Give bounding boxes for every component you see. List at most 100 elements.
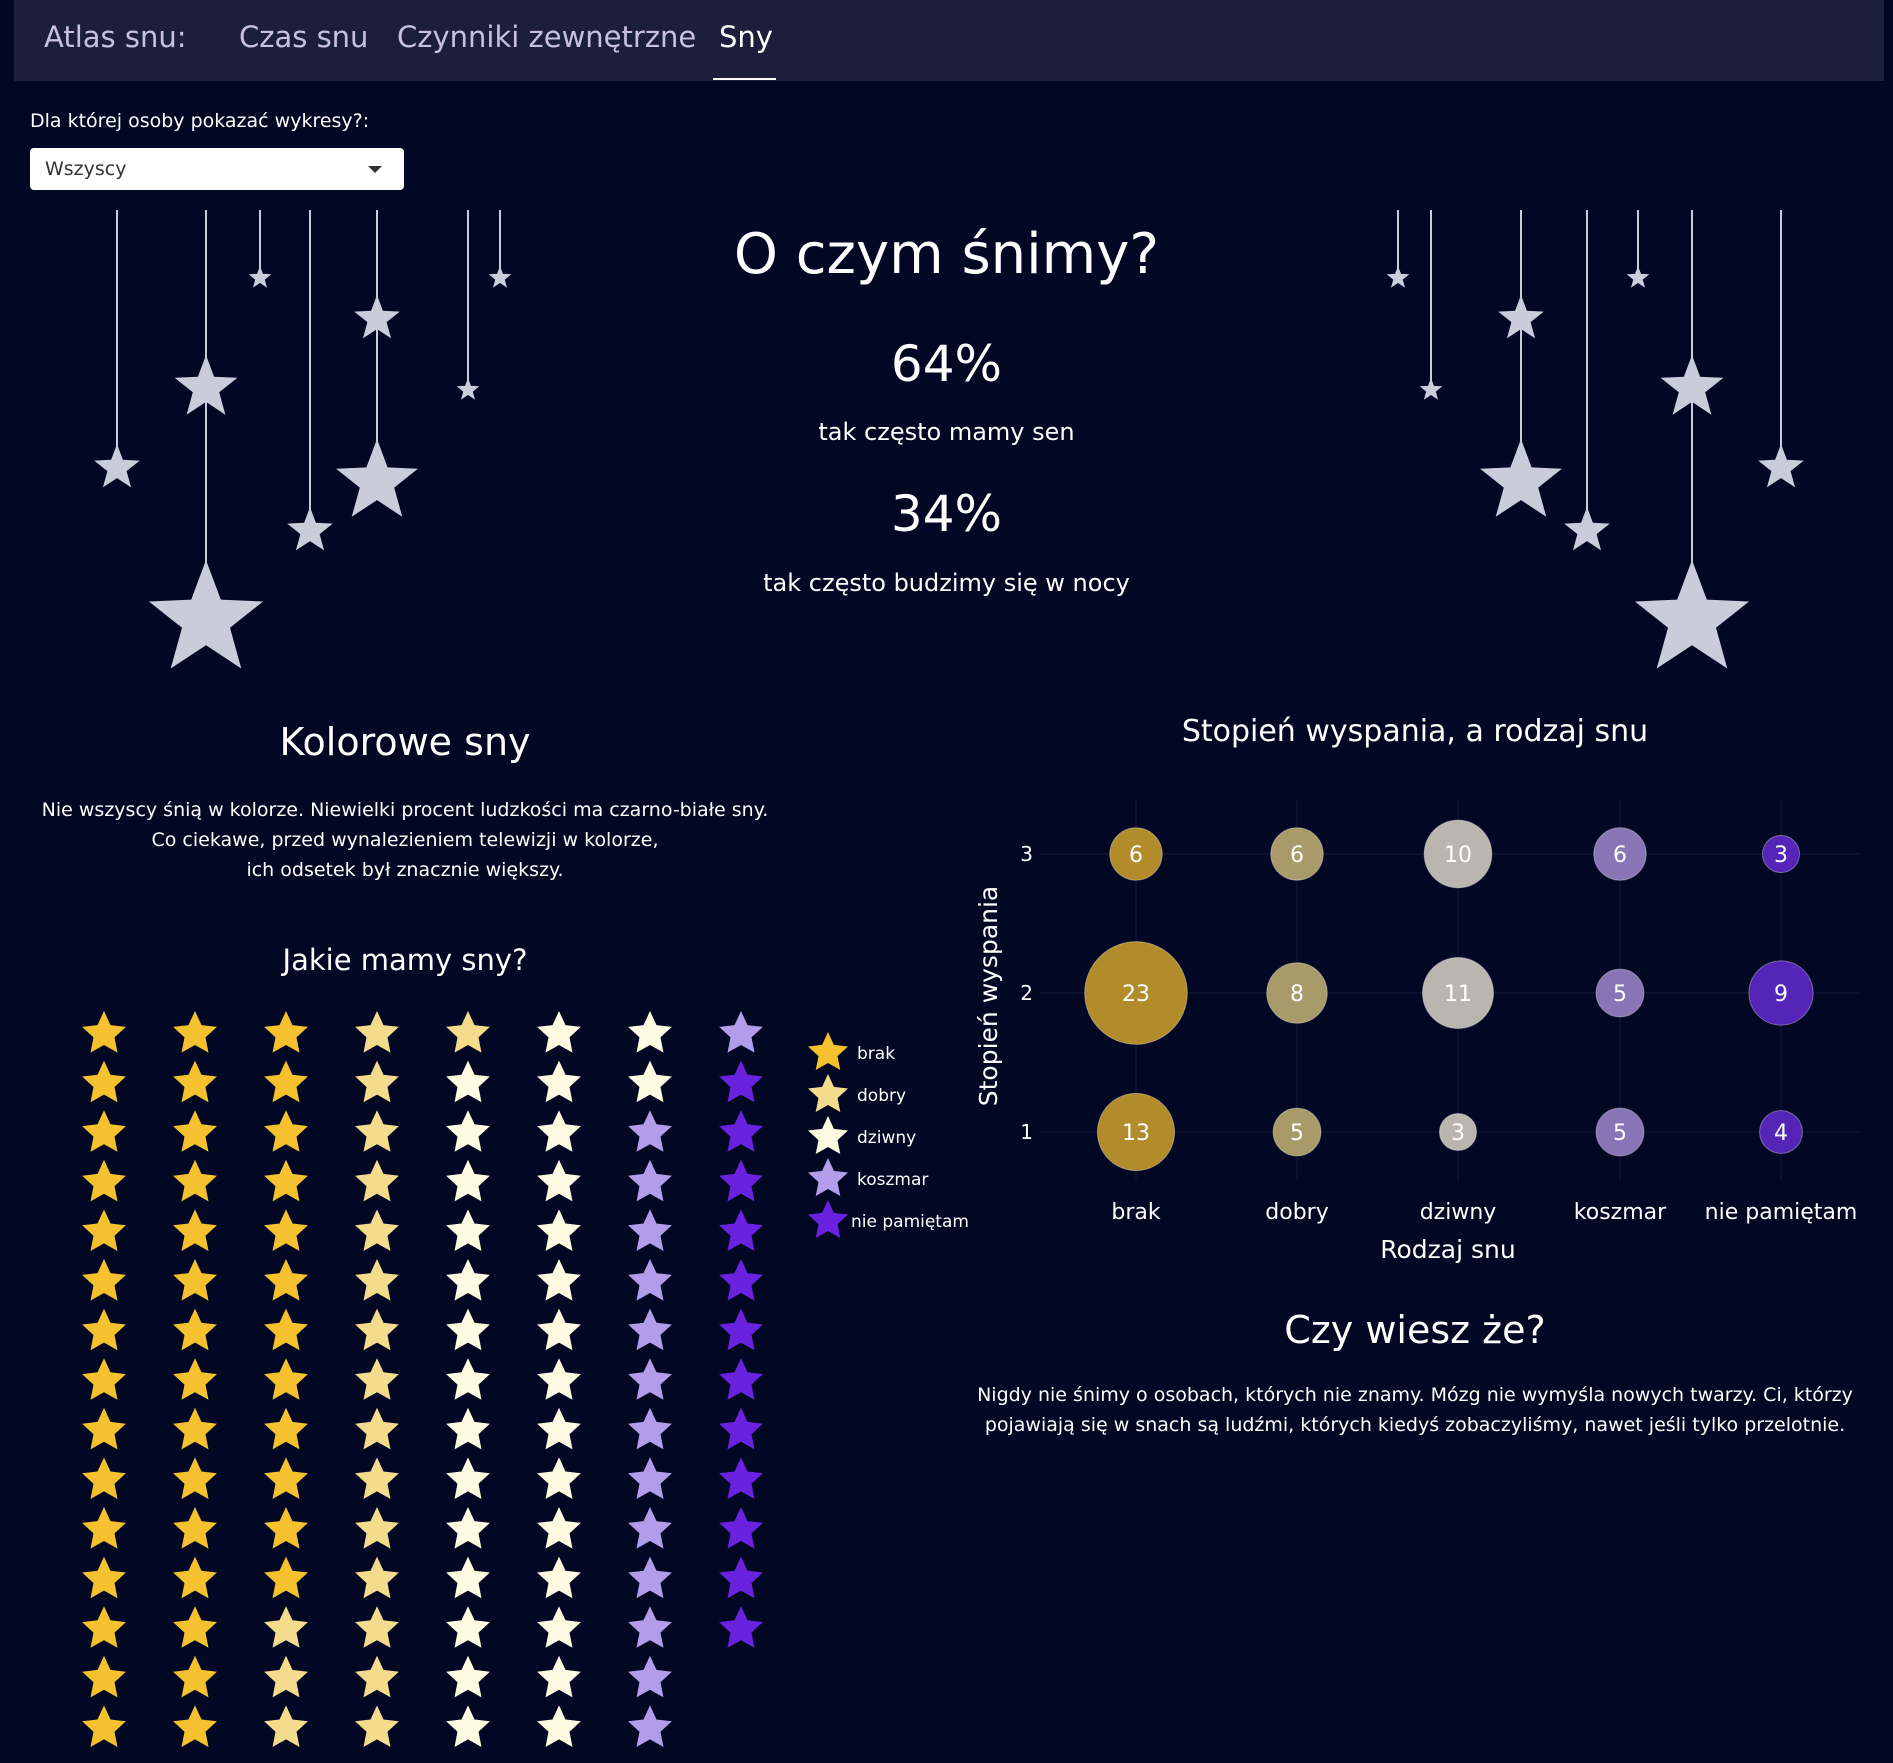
bubble-value-label: 5 [1290, 1121, 1304, 1146]
waffle-star-dziwny [537, 1011, 581, 1053]
waffle-star-brak [173, 1358, 217, 1400]
sleep-vs-dream-bubble-chart: 123brak dobry dziwny koszmar nie pamiętamRod… [974, 800, 1860, 1264]
waffle-star-koszmar [628, 1655, 672, 1698]
legend-label: nie pamiętam [851, 1212, 969, 1232]
hanging-star-icon [94, 444, 140, 488]
hanging-star-icon [1758, 444, 1804, 488]
waffle-star-brak [173, 1705, 217, 1747]
person-select-value: Wszyscy [45, 158, 127, 180]
legend-star-icon [808, 1158, 848, 1196]
waffle-star-nie-pamiętam [719, 1159, 763, 1202]
navbar: Atlas snu: Czas snu Czynniki zewnętrzne … [14, 0, 1884, 81]
y-axis-title: Stopień wyspania [974, 886, 1003, 1107]
waffle-star-dobry [355, 1308, 399, 1351]
x-tick-label: brak [1111, 1200, 1160, 1225]
waffle-star-dziwny [446, 1060, 490, 1103]
waffle-star-brak [264, 1011, 308, 1053]
waffle-star-koszmar [628, 1556, 672, 1599]
bubble-value-label: 6 [1613, 843, 1627, 868]
waffle-star-brak [264, 1159, 308, 1202]
did-you-know-text: Nigdy nie śnimy o osobach, których nie z… [960, 1380, 1870, 1440]
waffle-star-nie-pamiętam [719, 1556, 763, 1599]
legend-label: dobry [857, 1086, 906, 1106]
person-select[interactable]: Wszyscy [30, 148, 404, 190]
person-select-label: Dla której osoby pokazać wykresy?: [30, 110, 370, 132]
waffle-star-nie-pamiętam [719, 1259, 763, 1301]
stat-wake-frequency: 34% [890, 485, 1003, 543]
waffle-star-dobry [446, 1011, 490, 1053]
waffle-star-brak [173, 1060, 217, 1103]
waffle-star-brak [264, 1060, 308, 1103]
waffle-star-dobry [355, 1705, 399, 1747]
legend-label: brak [857, 1044, 895, 1064]
waffle-star-koszmar [628, 1507, 672, 1549]
legend-label: koszmar [857, 1170, 928, 1190]
stat-dream-frequency: 64% [890, 335, 1003, 393]
waffle-star-nie-pamiętam [719, 1457, 763, 1499]
bubble-value-label: 10 [1444, 843, 1472, 868]
waffle-star-brak [82, 1705, 126, 1747]
x-tick-label: dobry [1265, 1200, 1328, 1225]
legend-star-icon [808, 1074, 848, 1112]
waffle-star-dziwny [446, 1705, 490, 1747]
waffle-star-dziwny [537, 1705, 581, 1747]
waffle-star-brak [82, 1655, 126, 1698]
waffle-star-brak [82, 1060, 126, 1103]
waffle-star-nie-pamiętam [719, 1110, 763, 1152]
waffle-star-brak [82, 1011, 126, 1053]
waffle-star-brak [82, 1407, 126, 1450]
bubble-value-label: 9 [1774, 982, 1788, 1007]
y-tick-label: 3 [1020, 842, 1033, 866]
waffle-star-brak [264, 1358, 308, 1400]
waffle-star-brak [173, 1606, 217, 1648]
waffle-star-brak [173, 1507, 217, 1549]
waffle-star-brak [82, 1606, 126, 1648]
waffle-star-brak [82, 1159, 126, 1202]
waffle-star-dziwny [537, 1606, 581, 1648]
colorful-dreams-title: Kolorowe sny [279, 720, 531, 764]
waffle-star-dobry [355, 1358, 399, 1400]
waffle-star-brak [82, 1457, 126, 1499]
waffle-star-nie-pamiętam [719, 1209, 763, 1251]
waffle-star-dobry [264, 1705, 308, 1747]
waffle-star-koszmar [628, 1705, 672, 1747]
waffle-star-dziwny [446, 1655, 490, 1698]
stat-wake-frequency-label: tak często budzimy się w nocy [763, 569, 1130, 597]
waffle-star-dziwny [537, 1407, 581, 1450]
tab-czas-snu[interactable]: Czas snu [239, 20, 368, 54]
waffle-star-nie-pamiętam [719, 1507, 763, 1549]
chevron-down-icon [368, 166, 382, 173]
tab-czynniki-zewnetrzne[interactable]: Czynniki zewnętrzne [397, 20, 696, 54]
waffle-star-koszmar [628, 1407, 672, 1450]
waffle-star-nie-pamiętam [719, 1358, 763, 1400]
waffle-star-dziwny [446, 1110, 490, 1152]
legend-star-icon [808, 1200, 848, 1238]
waffle-star-koszmar [719, 1011, 763, 1053]
navbar-brand: Atlas snu: [44, 20, 187, 54]
waffle-star-dziwny [446, 1556, 490, 1599]
bubble-value-label: 5 [1613, 982, 1627, 1007]
waffle-star-brak [173, 1308, 217, 1351]
waffle-star-dobry [355, 1457, 399, 1499]
waffle-star-nie-pamiętam [719, 1407, 763, 1450]
bubble-value-label: 6 [1129, 843, 1143, 868]
did-you-know-title: Czy wiesz że? [1284, 1308, 1546, 1352]
waffle-star-brak [173, 1556, 217, 1599]
active-tab-indicator [713, 78, 776, 80]
waffle-star-brak [264, 1457, 308, 1499]
waffle-star-dziwny [446, 1358, 490, 1400]
tab-sny[interactable]: Sny [719, 20, 773, 54]
waffle-star-dobry [264, 1606, 308, 1648]
waffle-star-dobry [355, 1159, 399, 1202]
bubble-value-label: 5 [1613, 1121, 1627, 1146]
waffle-star-brak [264, 1556, 308, 1599]
waffle-star-koszmar [628, 1159, 672, 1202]
colorful-dreams-text: Nie wszyscy śnią w kolorze. Niewielki pr… [30, 795, 780, 885]
waffle-star-dziwny [446, 1606, 490, 1648]
bubble-value-label: 3 [1451, 1121, 1465, 1146]
legend-label: dziwny [857, 1128, 916, 1148]
waffle-star-dobry [264, 1655, 308, 1698]
did-you-know-line: Nigdy nie śnimy o osobach, których nie z… [977, 1384, 1853, 1406]
waffle-star-dziwny [446, 1259, 490, 1301]
waffle-star-brak [173, 1159, 217, 1202]
